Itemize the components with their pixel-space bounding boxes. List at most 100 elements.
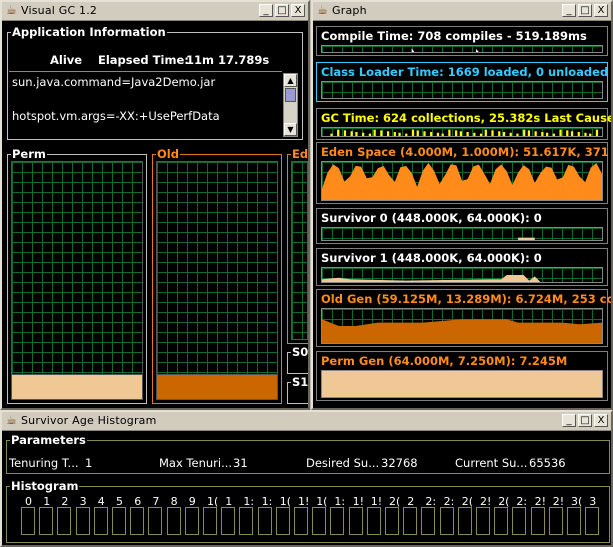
eden-space-panel: Ed [287, 147, 308, 344]
minimize-button[interactable]: _ [562, 414, 576, 427]
histogram-bin [366, 507, 381, 535]
histogram-bin [275, 507, 290, 535]
scroll-up-arrow-icon[interactable]: ▲ [284, 74, 297, 87]
visual-gc-titlebar[interactable]: ☕ Visual GC 1.2 _ □ X [2, 2, 308, 21]
histogram-bin [476, 507, 490, 535]
histogram-bin-label: 3 [589, 495, 597, 508]
histogram-bin [21, 507, 35, 535]
graph-plot-area [321, 81, 603, 99]
histogram-bin [585, 507, 600, 535]
graph-panel: GC Time: 624 collections, 25.382s Last C… [316, 108, 611, 140]
graph-title: Perm Gen (64.000M, 7.250M): 7.245M [321, 354, 568, 368]
histogram-bin-label: 2: [425, 495, 437, 508]
histogram-bin [512, 507, 527, 535]
graph-trace [330, 129, 599, 136]
graph-panel: Old Gen (59.125M, 13.289M): 6.724M, 253 … [316, 289, 611, 347]
s0-space-panel: S0 [287, 345, 308, 374]
histogram-bin-label: 2 [61, 495, 69, 508]
graph-titlebar[interactable]: ☕ Graph _ □ X [313, 2, 611, 21]
histogram-bin [294, 507, 308, 535]
histogram-bin [403, 507, 418, 535]
graph-panel: Perm Gen (64.000M, 7.250M): 7.245M [316, 351, 608, 401]
histogram-bin-label: 5 [116, 495, 123, 508]
max-tenuring-label: Max Tenuri... [159, 456, 233, 470]
scroll-thumb[interactable] [285, 88, 296, 102]
visual-gc-window: ☕ Visual GC 1.2 _ □ X Application Inform… [0, 0, 310, 410]
old-legend: Old [156, 147, 180, 161]
histogram-bin-label: 2: [516, 495, 528, 508]
property-line: sun.java.command=Java2Demo.jar [12, 75, 216, 89]
graph-title: Survivor 1 (448.000K, 64.000K): 0 [321, 251, 542, 265]
graph-panel: Survivor 1 (448.000K, 64.000K): 0 [316, 248, 608, 286]
maximize-button[interactable]: □ [578, 414, 592, 427]
application-info-legend: Application Information [11, 25, 167, 39]
histogram-bin-label: 1 [43, 495, 51, 508]
minimize-button[interactable]: _ [259, 4, 273, 17]
histogram-bin-label: 1: [261, 495, 273, 508]
histogram-bin-label: 9 [188, 495, 196, 508]
histogram-bin-label: 3( [571, 495, 583, 508]
java-cup-icon: ☕ [6, 3, 17, 17]
histogram-bin-label: 1 [225, 495, 233, 508]
graph-panel: Survivor 0 (448.000K, 64.000K): 0 [316, 208, 608, 244]
eden-space-grid [291, 161, 308, 340]
histogram-bin [203, 507, 217, 535]
graph-trace [518, 237, 535, 240]
desired-survivor-label: Desired Su... [306, 456, 380, 470]
window-title: Graph [332, 4, 367, 17]
histogram-bin [239, 507, 254, 535]
scroll-down-arrow-icon[interactable]: ▼ [284, 123, 297, 136]
property-line: hotspot.vm.args=-XX:+UsePerfData [12, 109, 220, 123]
desired-survivor-value: 32768 [381, 456, 418, 470]
histogram-bin-label: 2: [443, 495, 455, 508]
graph-window: ☕ Graph _ □ X Compile Time: 708 compiles… [311, 0, 613, 410]
maximize-button[interactable]: □ [578, 4, 592, 17]
old-space-fill [156, 374, 278, 400]
histogram-bin-label: 1! [352, 495, 365, 508]
histogram-bin [112, 507, 126, 535]
tenuring-threshold-value: 1 [85, 456, 93, 470]
maximize-button[interactable]: □ [275, 4, 289, 17]
close-button[interactable]: X [594, 4, 608, 17]
histogram-legend: Histogram [10, 479, 80, 493]
graph-plot-area [321, 370, 603, 398]
histogram-bin [348, 507, 363, 535]
max-tenuring-value: 31 [233, 456, 248, 470]
histogram-bin-label: 7 [152, 495, 160, 508]
graph-panel: Eden Space (4.000M, 1.000M): 51.617K, 37… [316, 142, 611, 204]
graph-trace [322, 371, 602, 397]
histogram-bin-label: 2! [534, 495, 547, 508]
graph-plot-area [321, 127, 603, 137]
graph-plot-area [321, 227, 603, 241]
histogram-bin [39, 507, 54, 535]
graph-title: Eden Space (4.000M, 1.000M): 51.617K, 37… [321, 145, 611, 159]
histogram-bin-label: 1! [298, 495, 310, 508]
perm-space-panel: Perm [7, 147, 147, 404]
eden-legend: Ed [291, 147, 309, 161]
histogram-bin [75, 507, 90, 535]
histogram-bin [548, 507, 563, 535]
java-cup-icon: ☕ [6, 413, 17, 427]
close-button[interactable]: X [594, 414, 608, 427]
histogram-bin-label: 2( [498, 495, 510, 508]
minimize-button[interactable]: _ [562, 4, 576, 17]
histogram-bin-label: 1( [316, 495, 328, 508]
histogram-bin-label: 1! [370, 495, 383, 508]
graph-panel: Compile Time: 708 compiles - 519.189ms [316, 26, 608, 56]
histogram-bin-label: 1( [279, 495, 292, 508]
histogram-titlebar[interactable]: ☕ Survivor Age Histogram _ □ X [2, 412, 611, 431]
current-survivor-label: Current Su... [455, 456, 528, 470]
histogram-bin-label: 0 [25, 495, 32, 508]
histogram-bin [257, 507, 272, 535]
histogram-bin [184, 507, 199, 535]
close-button[interactable]: X [291, 4, 305, 17]
graph-plot-area [321, 308, 603, 344]
properties-scrollbar[interactable]: ▲ ▼ [283, 73, 298, 137]
properties-textarea[interactable]: sun.java.command=Java2Demo.jar hotspot.v… [9, 71, 282, 138]
histogram-bin-label: 2( [461, 495, 474, 508]
histogram-bin [421, 507, 436, 535]
histogram-bin [567, 507, 581, 535]
old-space-grid [156, 161, 278, 400]
histogram-bin [221, 507, 236, 535]
graph-trace [322, 162, 602, 200]
